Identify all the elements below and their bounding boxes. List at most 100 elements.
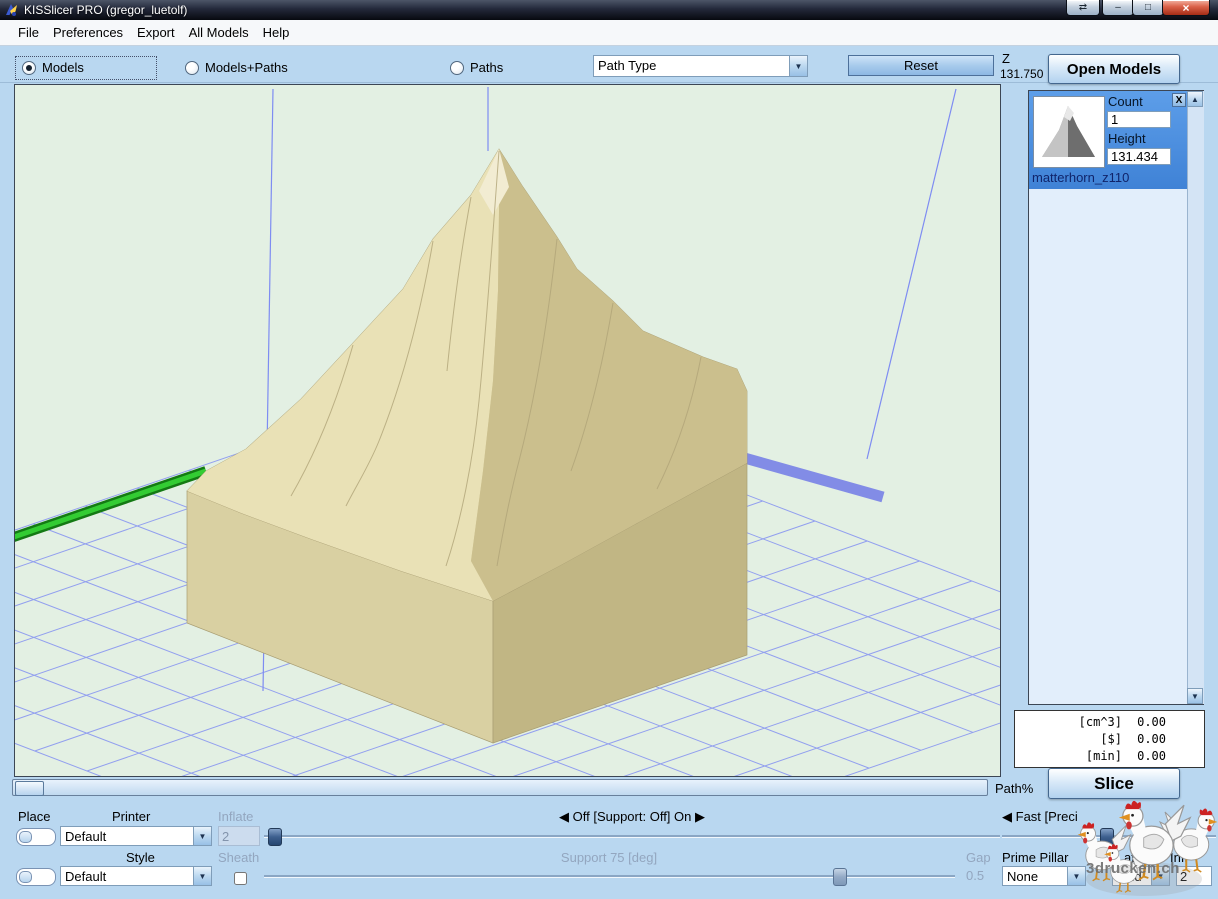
printer-label: Printer: [112, 809, 151, 824]
menu-item-file[interactable]: File: [18, 25, 39, 40]
slice-button[interactable]: Slice: [1048, 768, 1180, 799]
flip-window-button[interactable]: ⇄: [1066, 0, 1100, 16]
stats-row-cost: [$] 0.00: [1015, 731, 1204, 748]
support-angle-slider: [264, 868, 955, 884]
place-label: Place: [18, 809, 51, 824]
inflate-label: Inflate: [218, 809, 254, 824]
stats-row-volume: [cm^3] 0.00: [1015, 714, 1204, 731]
chevron-down-icon: ▼: [789, 56, 807, 76]
place-widget-2[interactable]: [16, 868, 56, 886]
style-label: Style: [126, 850, 155, 865]
prime-pillar-select[interactable]: None ▼: [1002, 866, 1086, 886]
radio-models-paths[interactable]: Models+Paths: [185, 60, 288, 75]
reset-button-label: Reset: [904, 58, 938, 73]
minimize-icon: –: [1115, 2, 1121, 13]
close-icon: ×: [1182, 0, 1190, 15]
stats-box: [cm^3] 0.00 [$] 0.00 [min] 0.00: [1014, 710, 1205, 768]
prime-pillar-value: None: [1007, 869, 1039, 884]
printer-value: Default: [65, 829, 107, 844]
support-toggle-handle[interactable]: [268, 828, 282, 846]
close-button[interactable]: ×: [1162, 0, 1210, 16]
radio-models-paths-label: Models+Paths: [205, 60, 288, 75]
printer-select[interactable]: Default ▼: [60, 826, 212, 846]
scroll-down-icon: ▼: [1191, 691, 1199, 701]
path-percent-slider[interactable]: [12, 779, 988, 796]
stats-value: 0.00: [1137, 732, 1166, 746]
kisslicer-window: KISSlicer PRO (gregor_luetolf) ⇄ – □ × F…: [0, 0, 1218, 899]
stats-value: 0.00: [1137, 715, 1166, 729]
support-angle-label: Support 75 [deg]: [560, 850, 658, 865]
menu-item-all-models[interactable]: All Models: [189, 25, 249, 40]
support-toggle-text: Off [Support: Off] On: [572, 809, 692, 824]
place-knob[interactable]: [19, 871, 32, 883]
support-angle-handle: [833, 868, 847, 886]
title-bar: KISSlicer PRO (gregor_luetolf): [0, 0, 1218, 20]
scroll-up-icon: ▲: [1191, 94, 1199, 104]
reset-button[interactable]: Reset: [848, 55, 994, 76]
viewport-scene: [0, 85, 1182, 899]
quality-text: Fast [Preci: [1015, 809, 1078, 824]
z-axis-label: Z: [1002, 51, 1010, 66]
inflate-right-field[interactable]: [1176, 866, 1212, 886]
path-percent-handle[interactable]: [15, 781, 44, 796]
scroll-down-button[interactable]: ▼: [1187, 688, 1203, 704]
radio-paths-label: Paths: [470, 60, 504, 75]
stats-row-time: [min] 0.00: [1015, 748, 1204, 765]
place-widget-1[interactable]: [16, 828, 56, 846]
support-prev-arrow[interactable]: ◀: [559, 809, 569, 824]
quality-prev-arrow[interactable]: ◀: [1002, 809, 1012, 824]
sheath-checkbox[interactable]: [234, 872, 247, 885]
models-scrollbar-track[interactable]: [1187, 91, 1204, 704]
chevron-down-icon: ▼: [193, 867, 211, 885]
slice-button-label: Slice: [1094, 774, 1134, 793]
radio-models-label: Models: [42, 60, 84, 75]
viewport-3d[interactable]: [0, 84, 1182, 899]
height-field[interactable]: [1107, 148, 1171, 165]
path-type-select[interactable]: Path Type ▼: [593, 55, 808, 77]
scroll-up-button[interactable]: ▲: [1187, 91, 1203, 107]
support-toggle-slider[interactable]: [264, 828, 1000, 844]
count-field[interactable]: [1107, 111, 1171, 128]
chevron-down-icon: ▼: [1067, 867, 1085, 885]
style-value: Default: [65, 869, 107, 884]
quality-labels: ◀ Fast [Preci: [1002, 809, 1114, 825]
model-thumbnail: [1033, 96, 1105, 168]
model-name: matterhorn_z110: [1032, 170, 1130, 185]
sheath-label: Sheath: [218, 850, 260, 865]
stats-label: [cm^3]: [1078, 715, 1122, 729]
model-remove-label: X: [1175, 95, 1183, 106]
height-label: Height: [1108, 131, 1146, 146]
menu-item-preferences[interactable]: Preferences: [53, 25, 123, 40]
minimize-button[interactable]: –: [1102, 0, 1134, 16]
support-next-arrow[interactable]: ▶: [695, 809, 705, 824]
inflate-field: [218, 826, 260, 846]
watermark: 3drucken.ch: [1086, 860, 1180, 877]
app-icon: [6, 4, 17, 16]
maximize-icon: □: [1144, 2, 1152, 13]
radio-paths[interactable]: Paths: [450, 60, 503, 75]
window-title: KISSlicer PRO (gregor_luetolf): [24, 3, 188, 17]
open-models-label: Open Models: [1066, 61, 1162, 78]
menu-bar: File Preferences Export All Models Help: [0, 20, 1218, 46]
maximize-button[interactable]: □: [1132, 0, 1164, 16]
z-axis-value: 131.750: [1000, 67, 1044, 81]
place-knob[interactable]: [19, 831, 32, 843]
model-remove-button[interactable]: X: [1172, 93, 1186, 107]
menu-item-export[interactable]: Export: [137, 25, 175, 40]
prime-pillar-label: Prime Pillar: [1002, 850, 1069, 865]
gap-value: 0.5: [966, 868, 985, 883]
quality-handle[interactable]: [1100, 828, 1114, 846]
stats-label: [$]: [1100, 732, 1122, 746]
chevron-down-icon: ▼: [193, 827, 211, 845]
count-label: Count: [1108, 94, 1143, 109]
open-models-button[interactable]: Open Models: [1048, 54, 1180, 84]
path-type-value: Path Type: [598, 58, 657, 73]
radio-models[interactable]: Models: [22, 60, 84, 75]
menu-item-help[interactable]: Help: [263, 25, 290, 40]
support-toggle-labels: ◀ Off [Support: Off] On ▶: [264, 809, 1000, 825]
radio-icon: [185, 60, 199, 75]
stats-label: [min]: [1085, 749, 1122, 763]
path-percent-label: Path%: [995, 781, 1034, 796]
style-select[interactable]: Default ▼: [60, 866, 212, 886]
radio-icon: [22, 60, 36, 75]
